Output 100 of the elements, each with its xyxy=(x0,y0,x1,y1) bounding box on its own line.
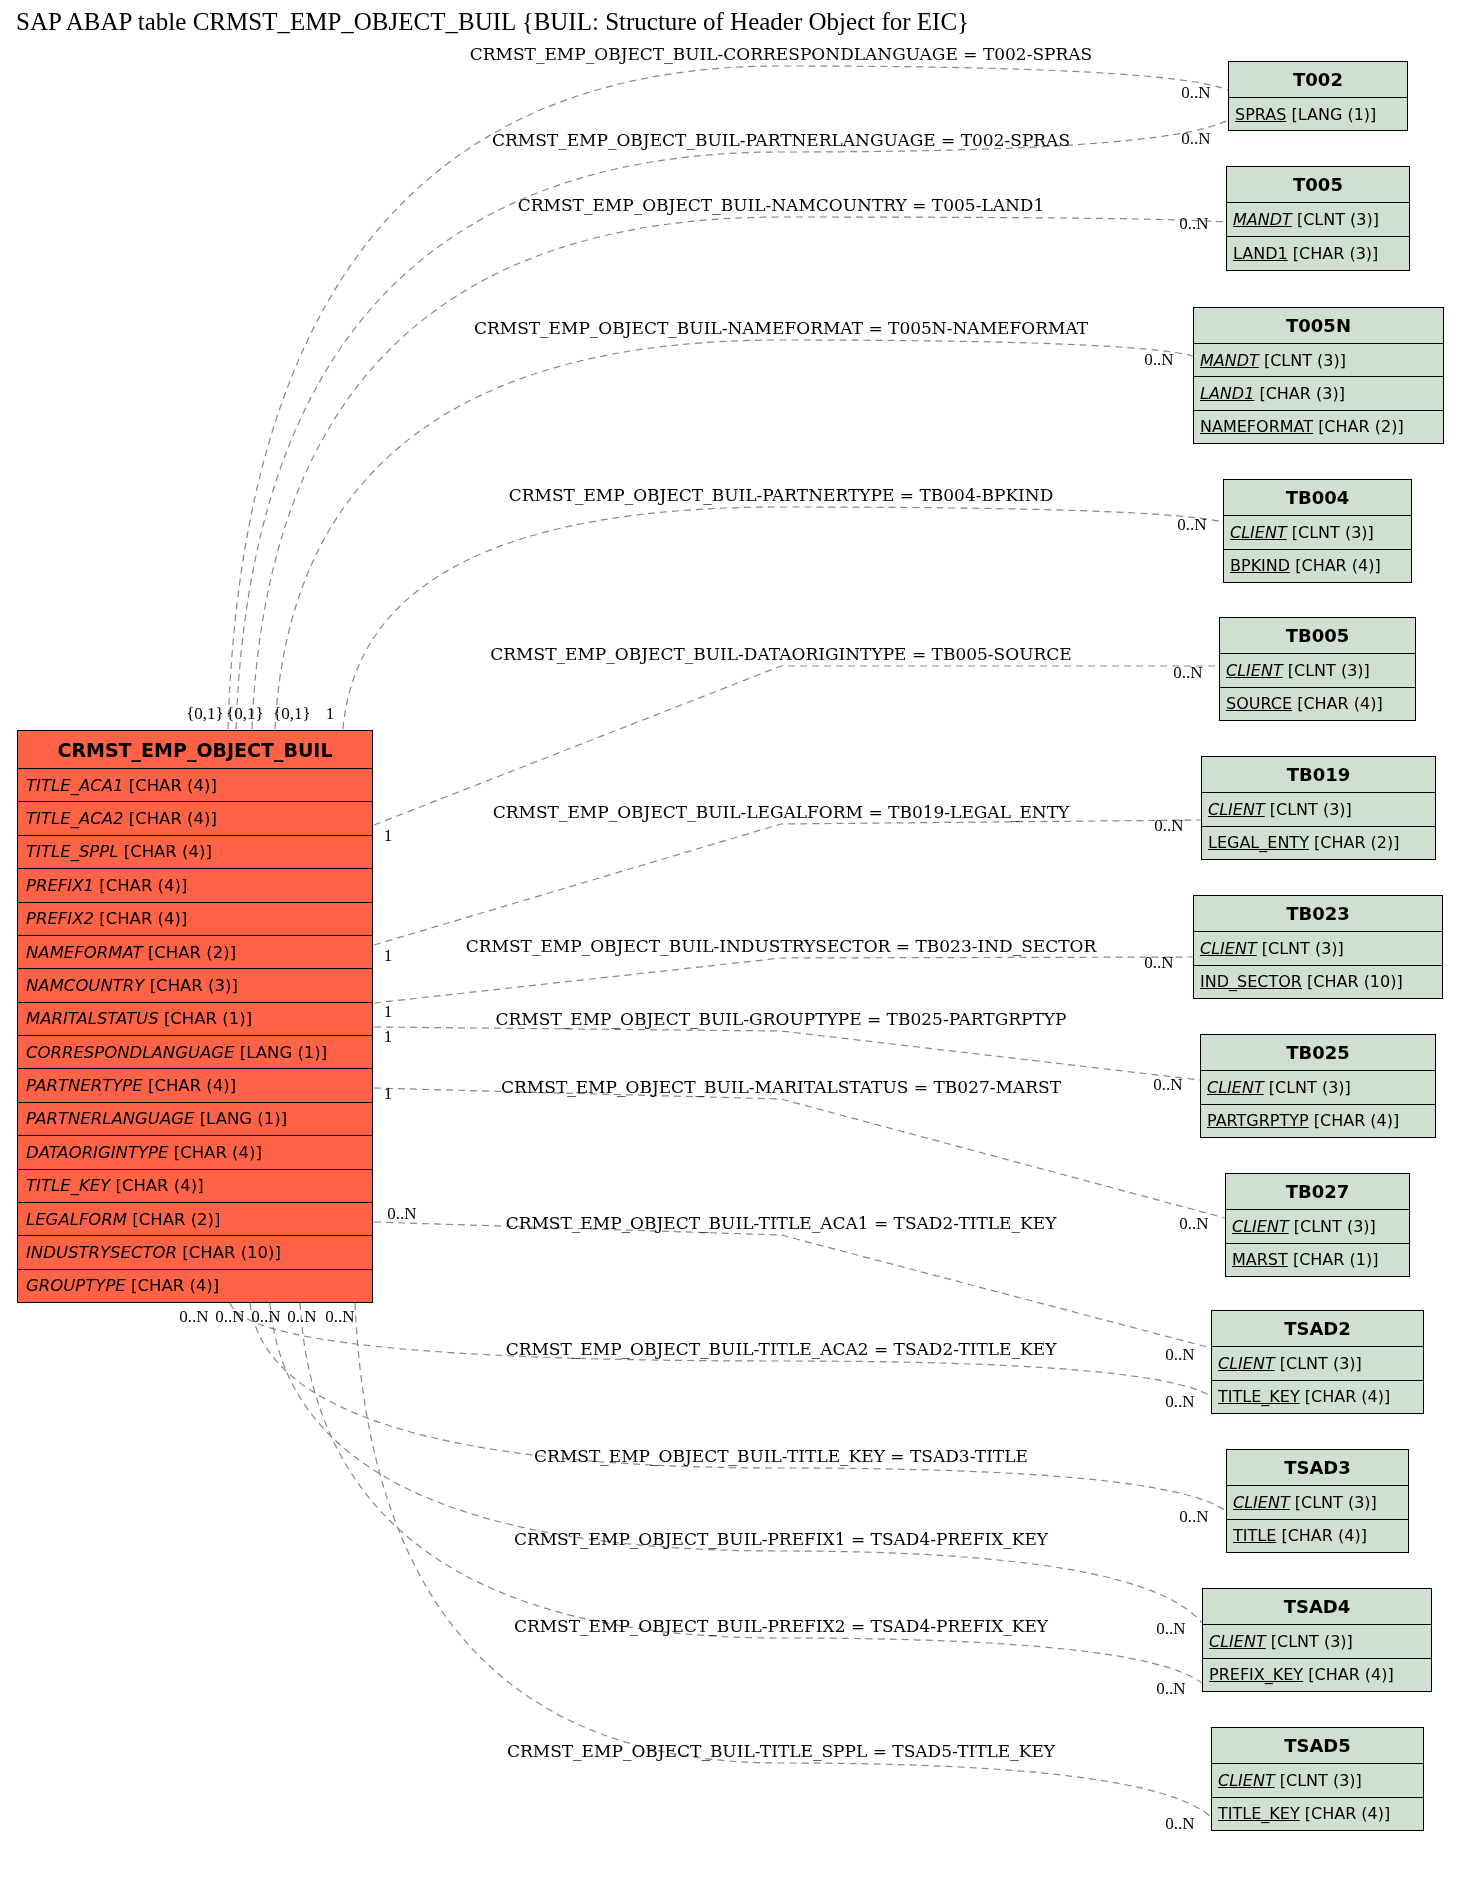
relation-label: CRMST_EMP_OBJECT_BUIL-LEGALFORM = TB019-LEGAL_ENTY xyxy=(492,802,1070,822)
cardinality-label: 0..N xyxy=(1165,1814,1195,1834)
table-field: TITLE_KEY [CHAR (4)] xyxy=(18,1169,372,1203)
relation-label: CRMST_EMP_OBJECT_BUIL-PREFIX1 = TSAD4-PREFIX_KEY xyxy=(513,1529,1049,1549)
table-header: TB025 xyxy=(1201,1035,1435,1071)
cardinality-label: 0..N xyxy=(1181,83,1211,103)
cardinality-label: 0..N xyxy=(1156,1679,1186,1699)
table-field: CLIENT [CLNT (3)] xyxy=(1194,932,1442,966)
cardinality-label: 0..N xyxy=(387,1204,417,1224)
table-field: TITLE_ACA2 [CHAR (4)] xyxy=(18,802,372,836)
table-field: PARTGRPTYP [CHAR (4)] xyxy=(1201,1104,1435,1137)
table-field: CORRESPONDLANGUAGE [LANG (1)] xyxy=(18,1036,372,1070)
table-header: CRMST_EMP_OBJECT_BUIL xyxy=(18,731,372,769)
table-field: CLIENT [CLNT (3)] xyxy=(1201,1071,1435,1105)
relation-label: CRMST_EMP_OBJECT_BUIL-NAMEFORMAT = T005N-NAMEFORMAT xyxy=(473,318,1089,338)
relation-label: CRMST_EMP_OBJECT_BUIL-MARITALSTATUS = TB027-MARST xyxy=(501,1077,1061,1097)
cardinality-label: 0..N xyxy=(1173,663,1203,683)
cardinality-label: 0..N xyxy=(251,1307,281,1327)
cardinality-label: 1 xyxy=(383,1084,393,1104)
table-header: TB019 xyxy=(1202,757,1435,793)
table-field: NAMEFORMAT [CHAR (2)] xyxy=(18,935,372,970)
table-header: TB023 xyxy=(1194,896,1442,932)
table-field: LAND1 [CHAR (3)] xyxy=(1227,237,1409,270)
table-field: CLIENT [CLNT (3)] xyxy=(1203,1625,1431,1659)
relation-label: CRMST_EMP_OBJECT_BUIL-NAMCOUNTRY = T005-LAND1 xyxy=(517,195,1045,215)
table-field: GROUPTYPE [CHAR (4)] xyxy=(18,1269,372,1302)
cardinality-label: 0..N xyxy=(1179,1214,1209,1234)
table-field: SOURCE [CHAR (4)] xyxy=(1220,687,1415,720)
table-field: SPRAS [LANG (1)] xyxy=(1229,98,1407,130)
relation-label: CRMST_EMP_OBJECT_BUIL-PARTNERLANGUAGE = T002-SPRAS xyxy=(491,130,1071,150)
table-header: TB004 xyxy=(1224,480,1411,516)
cardinality-label: 1 xyxy=(383,1002,393,1022)
table-field: PREFIX1 [CHAR (4)] xyxy=(18,869,372,903)
cardinality-label: 0..N xyxy=(1177,515,1207,535)
relation-label: CRMST_EMP_OBJECT_BUIL-INDUSTRYSECTOR = TB023-IND_SECTOR xyxy=(465,936,1097,956)
cardinality-label: 0..N xyxy=(1179,214,1209,234)
table-field: IND_SECTOR [CHAR (10)] xyxy=(1194,965,1442,998)
table-field: NAMEFORMAT [CHAR (2)] xyxy=(1194,410,1443,443)
table-field: BPKIND [CHAR (4)] xyxy=(1224,549,1411,582)
table-field: CLIENT [CLNT (3)] xyxy=(1224,516,1411,550)
cardinality-label: 0..N xyxy=(1144,953,1174,973)
cardinality-label: 1 xyxy=(383,826,393,846)
table-field: CLIENT [CLNT (3)] xyxy=(1202,793,1435,827)
table-field: CLIENT [CLNT (3)] xyxy=(1220,654,1415,688)
relation-label: CRMST_EMP_OBJECT_BUIL-TITLE_KEY = TSAD3-TITLE xyxy=(534,1446,1028,1466)
table-header: TB005 xyxy=(1220,618,1415,654)
cardinality-label: 0..N xyxy=(1179,1507,1209,1527)
table-field: INDUSTRYSECTOR [CHAR (10)] xyxy=(18,1236,372,1270)
relation-label: CRMST_EMP_OBJECT_BUIL-PARTNERTYPE = TB004-BPKIND xyxy=(508,485,1054,505)
table-field: TITLE_KEY [CHAR (4)] xyxy=(1212,1380,1423,1413)
table-header: T002 xyxy=(1229,62,1407,98)
relation-label: CRMST_EMP_OBJECT_BUIL-CORRESPONDLANGUAGE = T002-SPRAS xyxy=(469,44,1093,64)
cardinality-label: 0..N xyxy=(1156,1619,1186,1639)
cardinality-label: 0..N xyxy=(1165,1392,1195,1412)
table-field: PARTNERLANGUAGE [LANG (1)] xyxy=(18,1102,372,1137)
table-field: TITLE_KEY [CHAR (4)] xyxy=(1212,1797,1423,1830)
table-header: TSAD5 xyxy=(1212,1728,1423,1764)
table-field: LAND1 [CHAR (3)] xyxy=(1194,377,1443,411)
table-field: LEGAL_ENTY [CHAR (2)] xyxy=(1202,826,1435,859)
table-field: PARTNERTYPE [CHAR (4)] xyxy=(18,1069,372,1103)
table-header: TSAD3 xyxy=(1227,1450,1408,1486)
cardinality-label: 1 xyxy=(383,946,393,966)
cardinality-label: 1 xyxy=(325,704,335,724)
table-header: TB027 xyxy=(1226,1174,1409,1210)
table-field: MARITALSTATUS [CHAR (1)] xyxy=(18,1002,372,1036)
table-field: MANDT [CLNT (3)] xyxy=(1194,344,1443,378)
relation-label: CRMST_EMP_OBJECT_BUIL-TITLE_ACA2 = TSAD2-TITLE_KEY xyxy=(505,1339,1057,1359)
table-header: TSAD2 xyxy=(1212,1311,1423,1347)
relation-label: CRMST_EMP_OBJECT_BUIL-GROUPTYPE = TB025-PARTGRPTYP xyxy=(495,1009,1067,1029)
relation-label: CRMST_EMP_OBJECT_BUIL-DATAORIGINTYPE = TB005-SOURCE xyxy=(490,644,1072,664)
table-field: TITLE_ACA1 [CHAR (4)] xyxy=(18,769,372,803)
table-field: MANDT [CLNT (3)] xyxy=(1227,203,1409,237)
relation-label: CRMST_EMP_OBJECT_BUIL-PREFIX2 = TSAD4-PREFIX_KEY xyxy=(513,1616,1049,1636)
relation-label: CRMST_EMP_OBJECT_BUIL-TITLE_SPPL = TSAD5-TITLE_KEY xyxy=(506,1741,1056,1761)
cardinality-label: 0..N xyxy=(179,1307,209,1327)
table-header: T005N xyxy=(1194,308,1443,344)
table-field: CLIENT [CLNT (3)] xyxy=(1226,1210,1409,1244)
table-field: NAMCOUNTRY [CHAR (3)] xyxy=(18,969,372,1003)
relation-label: CRMST_EMP_OBJECT_BUIL-TITLE_ACA1 = TSAD2-TITLE_KEY xyxy=(505,1213,1057,1233)
table-field: LEGALFORM [CHAR (2)] xyxy=(18,1202,372,1237)
cardinality-label: 1 xyxy=(383,1027,393,1047)
table-header: T005 xyxy=(1227,167,1409,203)
cardinality-label: {0,1} xyxy=(186,704,224,724)
cardinality-label: 0..N xyxy=(1144,350,1174,370)
table-field: CLIENT [CLNT (3)] xyxy=(1212,1764,1423,1798)
table-field: PREFIX_KEY [CHAR (4)] xyxy=(1203,1658,1431,1691)
table-field: PREFIX2 [CHAR (4)] xyxy=(18,902,372,936)
table-field: MARST [CHAR (1)] xyxy=(1226,1243,1409,1276)
cardinality-label: 0..N xyxy=(1165,1345,1195,1365)
table-field: CLIENT [CLNT (3)] xyxy=(1212,1347,1423,1381)
cardinality-label: 0..N xyxy=(287,1307,317,1327)
table-field: DATAORIGINTYPE [CHAR (4)] xyxy=(18,1136,372,1170)
table-field: CLIENT [CLNT (3)] xyxy=(1227,1486,1408,1520)
diagram-title: SAP ABAP table CRMST_EMP_OBJECT_BUIL {BUIL: Structure of Header Object for EIC} xyxy=(16,8,970,36)
table-header: TSAD4 xyxy=(1203,1589,1431,1625)
table-field: TITLE_SPPL [CHAR (4)] xyxy=(18,835,372,870)
cardinality-label: 0..N xyxy=(1181,129,1211,149)
cardinality-label: {0,1} xyxy=(226,704,264,724)
cardinality-label: 0..N xyxy=(1153,1075,1183,1095)
cardinality-label: {0,1} xyxy=(273,704,311,724)
